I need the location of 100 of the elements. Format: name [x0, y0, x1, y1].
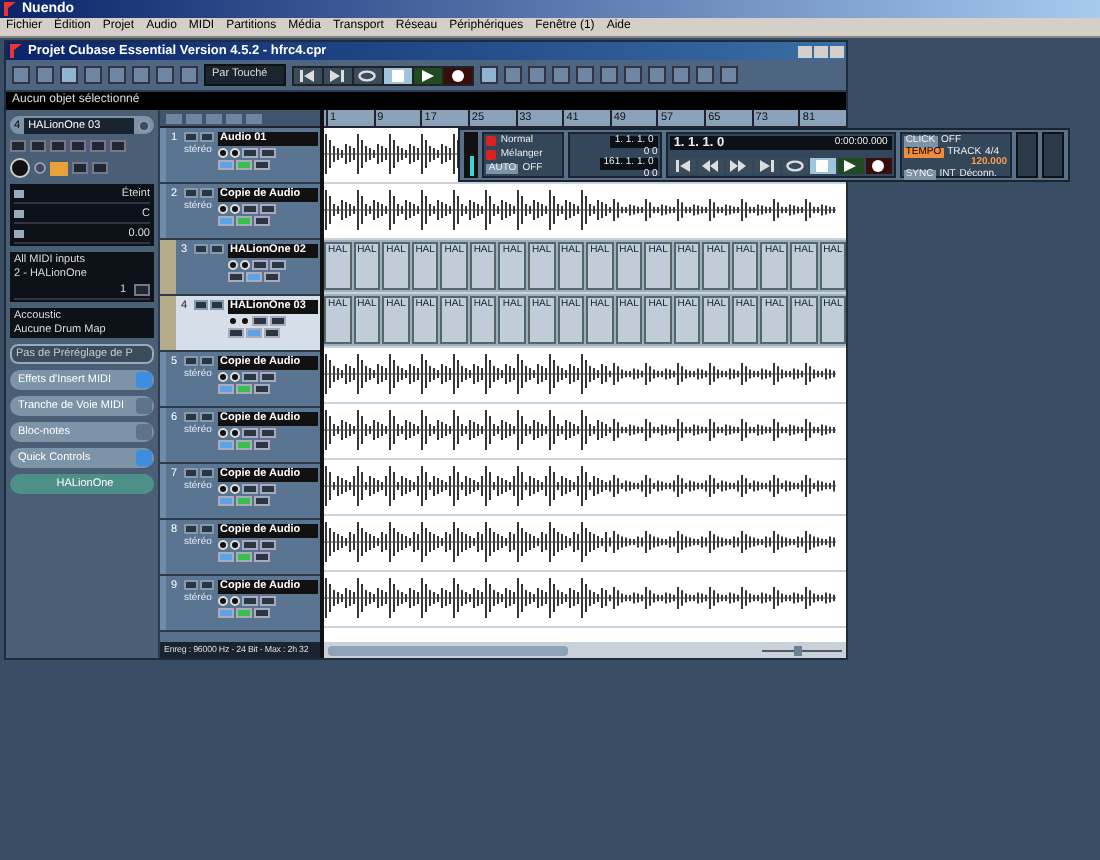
solo-button[interactable]	[200, 524, 214, 534]
fast-forward-icon	[730, 160, 747, 172]
timebase-button[interactable]	[254, 496, 270, 506]
record-mode-icon	[486, 136, 497, 147]
waveform-drawing[interactable]	[324, 516, 836, 568]
solo-button[interactable]	[210, 300, 224, 310]
record-enable-button[interactable]	[228, 316, 238, 326]
edit-button[interactable]	[228, 272, 244, 282]
rewind-button[interactable]	[697, 158, 724, 174]
record-enable-button[interactable]	[218, 596, 228, 606]
cycle-button[interactable]	[353, 67, 382, 83]
record-enable-button[interactable]	[218, 148, 228, 158]
mute-button[interactable]	[184, 132, 198, 142]
write-button[interactable]	[270, 260, 286, 270]
solo-button[interactable]	[200, 132, 214, 142]
read-button[interactable]	[242, 204, 258, 214]
mute-button[interactable]	[194, 244, 208, 254]
write-button[interactable]	[260, 428, 276, 438]
write-button[interactable]	[260, 148, 276, 158]
output-fader[interactable]	[1041, 132, 1064, 178]
write-button[interactable]	[260, 596, 276, 606]
read-button[interactable]	[242, 148, 258, 158]
section-toggle-icon[interactable]	[136, 424, 152, 440]
horizontal-scrollbar[interactable]	[324, 642, 846, 658]
solo-button[interactable]	[200, 356, 214, 366]
stop-button[interactable]	[809, 158, 836, 174]
record-enable-button[interactable]	[10, 158, 30, 178]
timebase-button[interactable]	[254, 552, 270, 562]
mute-button[interactable]	[184, 412, 198, 422]
solo-button[interactable]	[210, 244, 224, 254]
forward-button[interactable]	[725, 158, 752, 174]
play-button[interactable]	[413, 67, 442, 83]
edit-button[interactable]	[228, 328, 244, 338]
to-end-button[interactable]	[323, 67, 352, 83]
to-start-button[interactable]	[293, 67, 322, 83]
mute-button[interactable]	[184, 188, 198, 198]
mute-button[interactable]	[184, 468, 198, 478]
timebase-button[interactable]	[264, 328, 280, 338]
timebase-button[interactable]	[254, 216, 270, 226]
waveform-drawing[interactable]	[324, 404, 836, 456]
record-enable-button[interactable]	[218, 372, 228, 382]
solo-button[interactable]	[200, 188, 214, 198]
cycle-button[interactable]	[781, 158, 808, 174]
close-button[interactable]	[830, 45, 844, 57]
solo-button[interactable]	[200, 580, 214, 590]
timebase-button[interactable]	[254, 608, 270, 618]
waveform-drawing[interactable]	[324, 348, 836, 400]
section-toggle-icon[interactable]	[136, 450, 152, 466]
record-enable-button[interactable]	[218, 484, 228, 494]
timebase-button[interactable]	[264, 272, 280, 282]
record-button[interactable]	[443, 67, 472, 83]
read-button[interactable]	[242, 540, 258, 550]
skip-back-icon	[300, 69, 315, 81]
record-enable-button[interactable]	[218, 428, 228, 438]
scroll-thumb[interactable]	[328, 645, 568, 655]
waveform-drawing[interactable]	[324, 184, 836, 236]
zoom-slider-thumb[interactable]	[794, 645, 802, 655]
stop-button[interactable]	[383, 67, 412, 83]
mute-button[interactable]	[184, 524, 198, 534]
mute-button[interactable]	[184, 580, 198, 590]
waveform-drawing[interactable]	[324, 460, 836, 512]
minimize-button[interactable]	[798, 45, 812, 57]
play-button[interactable]	[837, 158, 864, 174]
timebase-button[interactable]	[254, 160, 270, 170]
edit-instrument-button[interactable]	[134, 284, 150, 296]
zoom-slider[interactable]	[762, 645, 842, 655]
edit-button[interactable]	[138, 119, 150, 131]
output-meter	[1015, 132, 1038, 178]
record-button[interactable]	[865, 158, 892, 174]
to-end-button[interactable]	[753, 158, 780, 174]
solo-button[interactable]	[200, 468, 214, 478]
write-button[interactable]	[260, 484, 276, 494]
mute-button[interactable]	[194, 300, 208, 310]
parameter-icon	[14, 190, 24, 198]
section-toggle-icon[interactable]	[136, 372, 152, 388]
to-start-button[interactable]	[669, 158, 696, 174]
waveform-drawing[interactable]	[324, 572, 836, 624]
write-button[interactable]	[260, 372, 276, 382]
section-toggle-icon[interactable]	[136, 398, 152, 414]
record-enable-button[interactable]	[228, 260, 238, 270]
read-button[interactable]	[242, 372, 258, 382]
timebase-button[interactable]	[254, 384, 270, 394]
read-button[interactable]	[252, 316, 268, 326]
record-enable-button[interactable]	[218, 204, 228, 214]
read-button[interactable]	[242, 428, 258, 438]
write-button[interactable]	[270, 316, 286, 326]
mute-button[interactable]	[184, 356, 198, 366]
read-button[interactable]	[252, 260, 268, 270]
read-button[interactable]	[242, 596, 258, 606]
record-enable-button[interactable]	[218, 540, 228, 550]
solo-button[interactable]	[200, 412, 214, 422]
write-button[interactable]	[260, 204, 276, 214]
maximize-button[interactable]	[814, 45, 828, 57]
automation-button[interactable]	[180, 66, 198, 84]
read-button[interactable]	[242, 484, 258, 494]
lane-button[interactable]	[50, 161, 68, 175]
skip-forward-icon	[330, 69, 345, 81]
write-button[interactable]	[260, 540, 276, 550]
timebase-button[interactable]	[254, 440, 270, 450]
app-logo-icon	[10, 44, 22, 58]
